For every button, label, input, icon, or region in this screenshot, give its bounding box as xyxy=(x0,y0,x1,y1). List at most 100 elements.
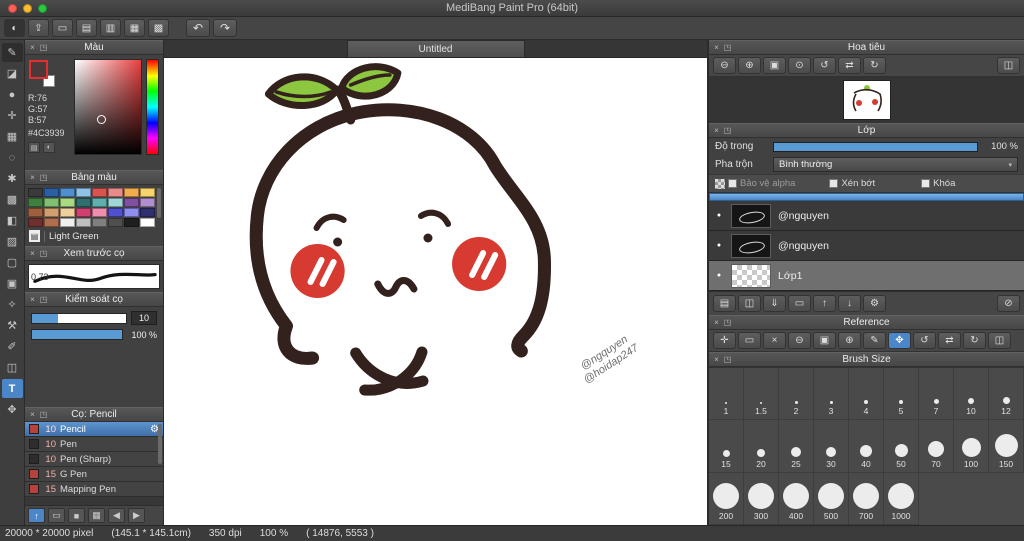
drawing-canvas[interactable]: @ngquyen @hoidap247 xyxy=(164,58,707,525)
nav-zoom-out-button[interactable]: ⊖ xyxy=(713,57,736,74)
lock-option[interactable]: Khóa xyxy=(921,178,955,189)
palette-swatch[interactable] xyxy=(44,208,59,217)
delete-layer-button[interactable]: ⊘ xyxy=(997,295,1020,312)
palette-swatch[interactable] xyxy=(140,208,155,217)
nav-zoom-in-button[interactable]: ⊕ xyxy=(738,57,761,74)
panel-close-icon[interactable]: × xyxy=(712,353,721,366)
brush-size-cell[interactable]: 70 xyxy=(919,420,954,473)
ref-folder-button[interactable]: ▭ xyxy=(738,332,761,349)
brush-size-cell[interactable]: 1000 xyxy=(884,472,919,525)
move-layer-up-button[interactable]: ↑ xyxy=(813,295,836,312)
layer-row[interactable]: ● Lớp1 xyxy=(709,261,1024,291)
layer-opacity-slider[interactable] xyxy=(773,141,978,152)
clipping-option[interactable]: Xén bớt xyxy=(829,178,875,189)
palette-swatch[interactable] xyxy=(44,188,59,197)
material-button[interactable]: ▩ xyxy=(148,19,169,37)
ref-fit-button[interactable]: ▣ xyxy=(813,332,836,349)
brush-size-slider[interactable] xyxy=(31,312,127,324)
palette-swatch[interactable] xyxy=(44,198,59,207)
palette-swatch[interactable] xyxy=(108,198,123,207)
brush-size-cell[interactable]: 1 xyxy=(709,368,744,421)
palette-swatch[interactable] xyxy=(124,218,139,227)
move-tool[interactable]: ✛ xyxy=(2,106,23,125)
brush-size-cell[interactable]: 200 xyxy=(709,472,744,525)
brush-mode-button[interactable]: ◐ xyxy=(4,19,25,37)
panel-close-icon[interactable]: × xyxy=(28,293,37,306)
brush-size-cell[interactable]: 300 xyxy=(744,472,779,525)
zoom-window-button[interactable] xyxy=(38,3,47,13)
next-brush-button[interactable]: ▶ xyxy=(128,508,145,523)
eyedropper-tool[interactable]: ✧ xyxy=(2,295,23,314)
new-canvas-button[interactable]: ▤ xyxy=(76,19,97,37)
palette-swatch[interactable] xyxy=(60,188,75,197)
ref-anchor-button[interactable]: ✛ xyxy=(713,332,736,349)
palette-swatch[interactable] xyxy=(124,188,139,197)
save-button[interactable]: ▥ xyxy=(100,19,121,37)
panel-close-icon[interactable]: × xyxy=(28,408,37,421)
brush-size-cell[interactable]: 10 xyxy=(954,368,989,421)
brush-size-cell[interactable]: 25 xyxy=(779,420,814,473)
brush-size-cell[interactable]: 1.5 xyxy=(744,368,779,421)
palette-swatch[interactable] xyxy=(44,218,59,227)
palette-swatch[interactable] xyxy=(108,218,123,227)
brush-size-cell[interactable]: 15 xyxy=(709,420,744,473)
layer-visibility-toggle[interactable]: ● xyxy=(714,212,724,219)
brush-size-cell[interactable]: 500 xyxy=(814,472,849,525)
move-layer-down-button[interactable]: ↓ xyxy=(838,295,861,312)
divide-tool[interactable]: ◫ xyxy=(2,358,23,377)
layer-folder-button[interactable]: ▭ xyxy=(788,295,811,312)
alpha-lock-checkbox[interactable] xyxy=(728,179,737,188)
palette-swatch[interactable] xyxy=(28,188,43,197)
brush-size-cell[interactable]: 4 xyxy=(849,368,884,421)
ref-zoom-in-button[interactable]: ⊕ xyxy=(838,332,861,349)
palette-swatch[interactable] xyxy=(124,208,139,217)
magic-wand-tool[interactable]: ✱ xyxy=(2,169,23,188)
panel-close-icon[interactable]: × xyxy=(28,247,37,260)
panel-close-icon[interactable]: × xyxy=(28,171,37,184)
nav-rotate-right-button[interactable]: ↻ xyxy=(863,57,886,74)
palette-swatch[interactable] xyxy=(60,198,75,207)
layer-visibility-toggle[interactable]: ● xyxy=(714,242,724,249)
brush-size-cell[interactable]: 700 xyxy=(849,472,884,525)
foreground-swatch-button[interactable]: ■ xyxy=(68,508,85,523)
ref-flip-button[interactable]: ⇄ xyxy=(938,332,961,349)
palette-swatch[interactable] xyxy=(60,208,75,217)
brush-size-cell[interactable]: 5 xyxy=(884,368,919,421)
color-wheel-mode-icon[interactable]: ◐ xyxy=(43,142,55,153)
canvas-tab-untitled[interactable]: Untitled xyxy=(346,40,525,57)
foreground-color-swatch[interactable] xyxy=(29,60,48,79)
brush-size-cell[interactable]: 7 xyxy=(919,368,954,421)
palette-swatch[interactable] xyxy=(76,218,91,227)
palette-swatch[interactable] xyxy=(108,188,123,197)
palette-swatch[interactable] xyxy=(76,198,91,207)
panel-popout-icon[interactable]: ◳ xyxy=(39,247,48,260)
brush-size-cell[interactable]: 40 xyxy=(849,420,884,473)
duplicate-layer-button[interactable]: ◫ xyxy=(738,295,761,312)
control-point-tool[interactable]: ✐ xyxy=(2,337,23,356)
brush-size-cell[interactable]: 30 xyxy=(814,420,849,473)
gradient-tool[interactable]: ▨ xyxy=(2,232,23,251)
operation-tool[interactable]: ⚒ xyxy=(2,316,23,335)
brush-list-scrollbar[interactable] xyxy=(158,424,162,464)
palette-swatch[interactable] xyxy=(76,208,91,217)
comment-button[interactable]: ▭ xyxy=(52,19,73,37)
pattern-tool[interactable]: ▩ xyxy=(2,190,23,209)
marquee-select-tool[interactable]: ▦ xyxy=(2,127,23,146)
select-eraser-tool[interactable]: ▣ xyxy=(2,274,23,293)
palette-swatch[interactable] xyxy=(92,188,107,197)
palette-swatch[interactable] xyxy=(92,218,107,227)
hue-slider[interactable] xyxy=(146,59,159,155)
grid-toggle-button[interactable]: ▦ xyxy=(88,508,105,523)
brush-folder-button[interactable]: ▭ xyxy=(48,508,65,523)
dock-up-button[interactable]: ↑ xyxy=(28,508,45,523)
palette-swatch[interactable] xyxy=(60,218,75,227)
palette-swatch[interactable] xyxy=(28,218,43,227)
brush-size-cell[interactable]: 150 xyxy=(989,420,1024,473)
redo-button[interactable]: ↷ xyxy=(213,19,237,37)
eraser-tool[interactable]: ◪ xyxy=(2,64,23,83)
brush-tool[interactable]: ✎ xyxy=(1,43,23,62)
brush-list-item[interactable]: 10 Pen (Sharp) xyxy=(25,452,163,467)
ref-rotate-right-button[interactable]: ↻ xyxy=(963,332,986,349)
palette-swatch[interactable] xyxy=(140,198,155,207)
resize-canvas-button[interactable]: ▦ xyxy=(124,19,145,37)
